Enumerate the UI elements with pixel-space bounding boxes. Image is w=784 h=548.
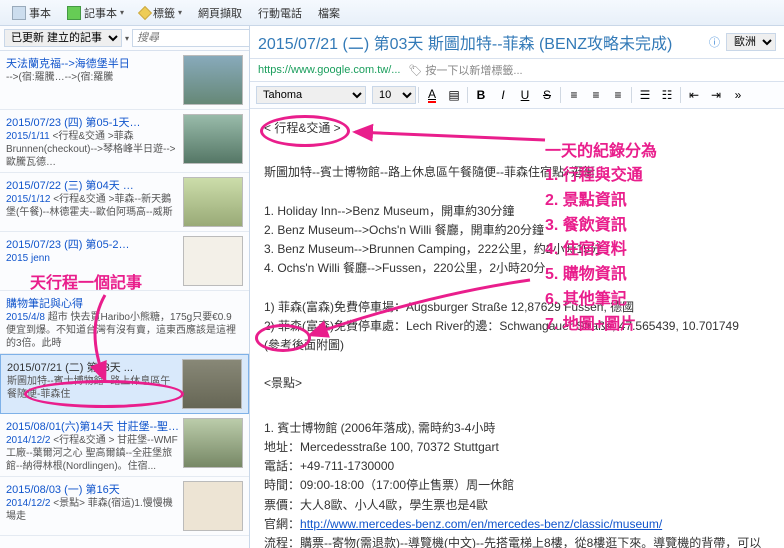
list-item[interactable]: 2015/07/23 (四) 第05-1天… 2015/1/11 <行程&交通 … — [0, 110, 249, 173]
source-url[interactable]: https://www.google.com.tw/... — [258, 64, 400, 76]
note-thumbnail — [183, 418, 243, 468]
main-toolbar: 事本 記事本▾ 標籤▾ 網頁擷取 行動電話 檔案 — [0, 0, 784, 26]
info-icon[interactable]: ⓘ — [709, 34, 720, 50]
chevron-down-icon: ▾ — [178, 8, 182, 17]
toolbar-tags[interactable]: 標籤▾ — [134, 3, 188, 23]
note-snippet: -->(宿:羅騰…-->(宿:羅騰 — [6, 71, 179, 84]
toolbar-webclip[interactable]: 網頁擷取 — [192, 3, 248, 23]
note-thumbnail — [182, 359, 242, 409]
bold-button[interactable]: B — [470, 85, 492, 105]
list-item[interactable]: 2015/07/23 (四) 第05-2… 2015 jenn — [0, 232, 249, 291]
note-list[interactable]: 天法蘭克福-->海德堡半日 -->(宿:羅騰…-->(宿:羅騰 2015/07/… — [0, 51, 249, 548]
toolbar-notebook2[interactable]: 記事本▾ — [61, 3, 130, 23]
indent-button[interactable]: ⇥ — [705, 85, 727, 105]
more-button[interactable]: » — [727, 85, 749, 105]
align-right-button[interactable]: ≡ — [607, 85, 629, 105]
note-editor: 2015/07/21 (二) 第03天 斯圖加特--菲森 (BENZ攻略未完成)… — [250, 26, 784, 548]
format-toolbar: Tahoma 10 A ▤ B I U S ≡ ≡ ≡ ☰ ☷ ⇤ ⇥ » — [250, 82, 784, 109]
link-official[interactable]: http://www.mercedes-benz.com/en/mercedes… — [300, 517, 662, 531]
note-title: 天法蘭克福-->海德堡半日 — [6, 55, 179, 71]
chevron-down-icon: ▾ — [125, 34, 129, 43]
note-list-sidebar: 已更新 建立的記事 ▾ 🔍 天法蘭克福-->海德堡半日 -->(宿:羅騰…-->… — [0, 26, 250, 548]
sidebar-header: 已更新 建立的記事 ▾ 🔍 — [0, 26, 249, 51]
tag-icon — [138, 5, 152, 19]
underline-button[interactable]: U — [514, 85, 536, 105]
font-color-button[interactable]: A — [421, 85, 443, 105]
list-item[interactable]: 天法蘭克福-->海德堡半日 -->(宿:羅騰…-->(宿:羅騰 — [0, 51, 249, 110]
note-thumbnail — [183, 177, 243, 227]
note-title: 2015/08/03 (一) 第16天 — [6, 481, 179, 497]
font-family-select[interactable]: Tahoma — [256, 86, 366, 104]
number-list-button[interactable]: ☷ — [656, 85, 678, 105]
note-title: 購物筆記與心得 — [6, 295, 243, 311]
tag-hint[interactable]: 🏷按一下以新增標籤... — [408, 62, 522, 78]
list-item[interactable]: 2015/08/01(六)第14天 甘莊堡--聖高爾-... 2014/12/2… — [0, 414, 249, 477]
highlight-button[interactable]: ▤ — [443, 85, 465, 105]
editor-title[interactable]: 2015/07/21 (二) 第03天 斯圖加特--菲森 (BENZ攻略未完成) — [258, 30, 703, 54]
align-left-button[interactable]: ≡ — [563, 85, 585, 105]
book-icon — [12, 6, 26, 20]
toolbar-file[interactable]: 檔案 — [312, 3, 346, 23]
note-thumbnail — [183, 481, 243, 531]
font-size-select[interactable]: 10 — [372, 86, 416, 104]
note-thumbnail — [183, 236, 243, 286]
italic-button[interactable]: I — [492, 85, 514, 105]
note-thumbnail — [183, 55, 243, 105]
list-item[interactable]: 購物筆記與心得 2015/4/8 超市 快去買Haribo小熊糖，175g只要€… — [0, 291, 249, 354]
search-input[interactable] — [132, 29, 250, 47]
outdent-button[interactable]: ⇤ — [683, 85, 705, 105]
toolbar-mobile[interactable]: 行動電話 — [252, 3, 308, 23]
green-note-icon — [67, 6, 81, 20]
editor-body[interactable]: < 行程&交通 > 斯圖加特--賓士博物館--路上休息區午餐隨便--菲森住宿點+… — [250, 109, 784, 548]
note-title: 2015/07/23 (四) 第05-2… — [6, 236, 179, 252]
note-title: 2015/07/23 (四) 第05-1天… — [6, 114, 179, 130]
section-sight-label: <景點> — [264, 374, 302, 393]
list-item-selected[interactable]: 2015/07/21 (二) 第03天 ... 斯圖加特--賓士博物館--路上休… — [0, 354, 249, 414]
note-title: 2015/08/01(六)第14天 甘莊堡--聖高爾-... — [6, 418, 179, 434]
notebook-select[interactable]: 歐洲 — [726, 33, 776, 51]
toolbar-notebook[interactable]: 事本 — [6, 3, 57, 23]
chevron-down-icon: ▾ — [120, 8, 124, 17]
section-route-label: < 行程&交通 > — [264, 119, 341, 138]
strike-button[interactable]: S — [536, 85, 558, 105]
note-thumbnail — [183, 114, 243, 164]
sort-select[interactable]: 已更新 建立的記事 — [4, 29, 122, 47]
bullet-list-button[interactable]: ☰ — [634, 85, 656, 105]
list-item[interactable]: 2015/07/22 (三) 第04天 … 2015/1/12 <行程&交通 >… — [0, 173, 249, 232]
list-item[interactable]: 2015/08/03 (一) 第16天 2014/12/2 <景點> 菲森(宿這… — [0, 477, 249, 536]
note-title: 2015/07/22 (三) 第04天 … — [6, 177, 179, 193]
tag-icon: 🏷 — [408, 64, 422, 77]
align-center-button[interactable]: ≡ — [585, 85, 607, 105]
note-title: 2015/07/21 (二) 第03天 ... — [7, 359, 178, 375]
